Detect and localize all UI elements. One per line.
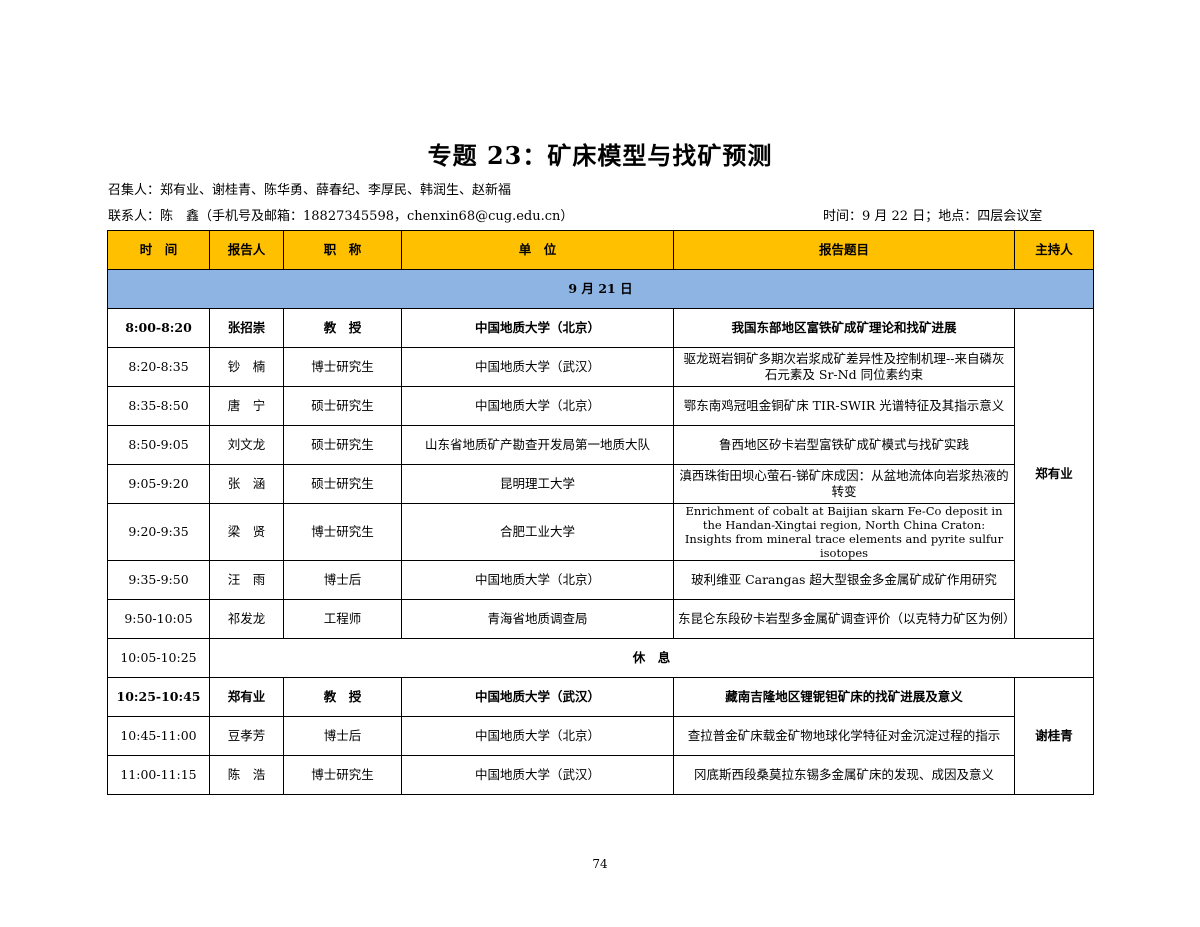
table-row: 11:00-11:15 陈 浩 博士研究生 中国地质大学（武汉） 冈底斯西段桑莫… (107, 755, 1094, 795)
cell-speaker: 张 涵 (209, 464, 284, 504)
cell-position: 博士研究生 (283, 755, 402, 795)
cell-unit: 合肥工业大学 (401, 503, 674, 561)
table-row: 9:05-9:20 张 涵 硕士研究生 昆明理工大学 滇西珠街田坝心萤石-锑矿床… (107, 464, 1094, 504)
cell-unit: 青海省地质调查局 (401, 599, 674, 639)
cell-topic: 查拉普金矿床载金矿物地球化学特征对金沉淀过程的指示 (673, 716, 1015, 756)
header-host: 主持人 (1014, 230, 1094, 270)
header-topic: 报告题目 (673, 230, 1015, 270)
cell-time: 9:05-9:20 (107, 464, 210, 504)
schedule-table: 时 间 报告人 职 称 单 位 报告题目 主持人 9 月 21 日 8:00-8… (107, 230, 1094, 795)
cell-position: 教 授 (283, 308, 402, 348)
cell-topic: 玻利维亚 Carangas 超大型银金多金属矿成矿作用研究 (673, 560, 1015, 600)
cell-unit: 中国地质大学（武汉） (401, 755, 674, 795)
host-cell: 郑有业 (1014, 308, 1094, 639)
cell-topic: 鄂东南鸡冠咀金铜矿床 TIR-SWIR 光谱特征及其指示意义 (673, 386, 1015, 426)
contact-line: 联系人：陈 鑫（手机号及邮箱：18827345598，chenxin68@cug… (108, 209, 574, 224)
cell-position: 教 授 (283, 677, 402, 717)
cell-position: 博士研究生 (283, 503, 402, 561)
cell-topic: 东昆仑东段矽卡岩型多金属矿调查评价（以克特力矿区为例） (673, 599, 1015, 639)
table-row: 8:35-8:50 唐 宁 硕士研究生 中国地质大学（北京） 鄂东南鸡冠咀金铜矿… (107, 386, 1094, 426)
cell-unit: 中国地质大学（武汉） (401, 677, 674, 717)
break-label: 休 息 (209, 638, 1094, 678)
cell-time: 8:35-8:50 (107, 386, 210, 426)
header-time: 时 间 (107, 230, 210, 270)
cell-topic: 我国东部地区富铁矿成矿理论和找矿进展 (673, 308, 1015, 348)
cell-unit: 中国地质大学（北京） (401, 386, 674, 426)
cell-position: 硕士研究生 (283, 386, 402, 426)
header-unit: 单 位 (401, 230, 674, 270)
cell-time: 9:50-10:05 (107, 599, 210, 639)
cell-position: 硕士研究生 (283, 425, 402, 465)
cell-position: 工程师 (283, 599, 402, 639)
cell-position: 硕士研究生 (283, 464, 402, 504)
cell-time: 10:25-10:45 (107, 677, 210, 717)
table-row: 8:50-9:05 刘文龙 硕士研究生 山东省地质矿产勘查开发局第一地质大队 鲁… (107, 425, 1094, 465)
cell-unit: 中国地质大学（武汉） (401, 347, 674, 387)
cell-speaker: 陈 浩 (209, 755, 284, 795)
table-row: 9:35-9:50 汪 雨 博士后 中国地质大学（北京） 玻利维亚 Carang… (107, 560, 1094, 600)
header-speaker: 报告人 (209, 230, 284, 270)
cell-time: 8:00-8:20 (107, 308, 210, 348)
cell-unit: 中国地质大学（北京） (401, 716, 674, 756)
cell-speaker: 豆孝芳 (209, 716, 284, 756)
cell-speaker: 张招崇 (209, 308, 284, 348)
cell-unit: 昆明理工大学 (401, 464, 674, 504)
table-row: 10:25-10:45 郑有业 教 授 中国地质大学（武汉） 藏南吉隆地区锂铌钽… (107, 677, 1094, 795)
cell-topic: 藏南吉隆地区锂铌钽矿床的找矿进展及意义 (673, 677, 1015, 717)
cell-topic: 冈底斯西段桑莫拉东锡多金属矿床的发现、成因及意义 (673, 755, 1015, 795)
cell-speaker: 祁发龙 (209, 599, 284, 639)
table-row: 8:00-8:20 张招崇 教 授 中国地质大学（北京） 我国东部地区富铁矿成矿… (107, 308, 1094, 639)
host-cell: 谢桂青 (1014, 677, 1094, 795)
cell-topic: 驱龙斑岩铜矿多期次岩浆成矿差异性及控制机理--来自磷灰石元素及 Sr-Nd 同位… (673, 347, 1015, 387)
table-row: 9:50-10:05 祁发龙 工程师 青海省地质调查局 东昆仑东段矽卡岩型多金属… (107, 599, 1094, 639)
table-row: 9:20-9:35 梁 贤 博士研究生 合肥工业大学 Enrichment of… (107, 503, 1094, 561)
break-row: 10:05-10:25 休 息 (107, 638, 1094, 678)
cell-topic: Enrichment of cobalt at Baijian skarn Fe… (673, 503, 1015, 561)
date-row: 9 月 21 日 (107, 269, 1094, 309)
cell-speaker: 钞 楠 (209, 347, 284, 387)
cell-speaker: 刘文龙 (209, 425, 284, 465)
break-time: 10:05-10:25 (107, 638, 210, 678)
page-title: 专题 23：矿床模型与找矿预测 (427, 141, 773, 170)
cell-speaker: 梁 贤 (209, 503, 284, 561)
cell-speaker: 汪 雨 (209, 560, 284, 600)
cell-time: 10:45-11:00 (107, 716, 210, 756)
table-row: 10:45-11:00 豆孝芳 博士后 中国地质大学（北京） 查拉普金矿床载金矿… (107, 716, 1094, 756)
header-position: 职 称 (283, 230, 402, 270)
cell-unit: 山东省地质矿产勘查开发局第一地质大队 (401, 425, 674, 465)
cell-position: 博士研究生 (283, 347, 402, 387)
time-place-line: 时间：9 月 22 日；地点：四层会议室 (823, 209, 1043, 224)
cell-topic: 滇西珠街田坝心萤石-锑矿床成因：从盆地流体向岩浆热液的转变 (673, 464, 1015, 504)
cell-time: 8:50-9:05 (107, 425, 210, 465)
cell-time: 11:00-11:15 (107, 755, 210, 795)
cell-unit: 中国地质大学（北京） (401, 308, 674, 348)
cell-topic: 鲁西地区矽卡岩型富铁矿成矿模式与找矿实践 (673, 425, 1015, 465)
cell-time: 9:35-9:50 (107, 560, 210, 600)
cell-speaker: 唐 宁 (209, 386, 284, 426)
table-row: 8:20-8:35 钞 楠 博士研究生 中国地质大学（武汉） 驱龙斑岩铜矿多期次… (107, 347, 1094, 387)
cell-position: 博士后 (283, 560, 402, 600)
conveners-line: 召集人：郑有业、谢桂青、陈华勇、薛春纪、李厚民、韩润生、赵新福 (108, 183, 512, 198)
cell-unit: 中国地质大学（北京） (401, 560, 674, 600)
cell-time: 9:20-9:35 (107, 503, 210, 561)
cell-speaker: 郑有业 (209, 677, 284, 717)
cell-time: 8:20-8:35 (107, 347, 210, 387)
page-number: 74 (592, 857, 608, 871)
cell-position: 博士后 (283, 716, 402, 756)
